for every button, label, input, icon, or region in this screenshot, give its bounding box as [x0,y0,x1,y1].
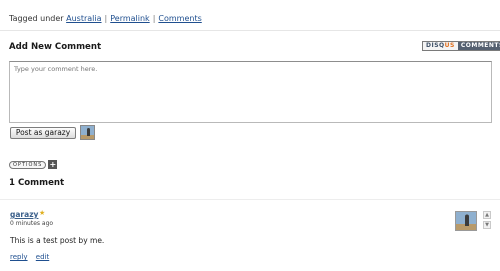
comment-avatar-icon[interactable] [455,211,477,231]
disqus-comments-badge[interactable]: DISQUS COMMENTS [422,41,500,51]
comment-count-heading: 1 Comment [9,178,65,188]
tag-link-australia[interactable]: Australia [66,14,101,23]
vote-up-icon[interactable]: ▲ [483,211,491,219]
vote-down-icon[interactable]: ▼ [483,221,491,229]
edit-link[interactable]: edit [36,253,49,261]
badge-comments-label: COMMENTS [457,42,500,50]
user-avatar-icon[interactable] [80,125,95,140]
options-toggle[interactable]: OPTIONS + [9,160,58,169]
comment-body: This is a test post by me. [10,236,105,245]
separator: | [104,14,108,23]
divider [0,30,500,31]
disqus-logo-disq: DISQ [426,42,445,49]
permalink-link[interactable]: Permalink [110,14,149,23]
divider [0,199,500,200]
comment-timestamp: 0 minutes ago [10,220,54,227]
post-meta-line: Tagged under Australia | Permalink | Comment… [9,14,202,23]
add-comment-title: Add New Comment [9,42,102,52]
comment-author-link[interactable]: garazy [10,210,38,219]
disqus-logo-us: US [444,42,455,49]
options-label[interactable]: OPTIONS [9,160,47,169]
post-comment-button[interactable]: Post as garazy [10,127,76,139]
comment-actions: reply edit [10,253,55,261]
disqus-logo: DISQUS [423,42,458,50]
reply-link[interactable]: reply [10,253,28,261]
comments-link[interactable]: Comments [158,14,201,23]
star-icon: ★ [39,209,46,217]
tagged-prefix: Tagged under [9,14,64,23]
plus-icon[interactable]: + [48,160,58,169]
comment-input[interactable] [9,61,492,123]
separator: | [152,14,156,23]
